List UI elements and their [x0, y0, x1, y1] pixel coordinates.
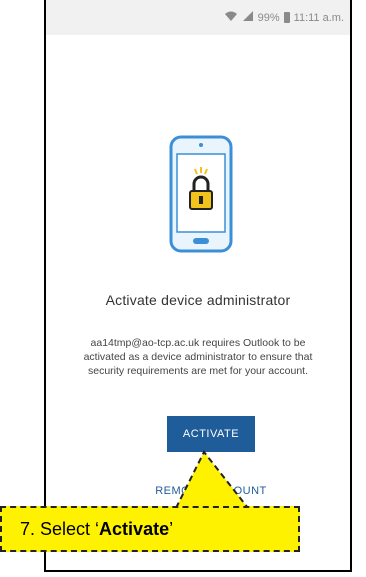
signal-icon — [242, 10, 254, 25]
dialog-message: aa14tmp@ao-tcp.ac.uk requires Outlook to… — [83, 337, 313, 377]
status-bar: 99% 11:11 a.m. — [46, 0, 350, 35]
instruction-callout: 7. Select ‘Activate’ — [0, 506, 300, 552]
wifi-icon — [224, 10, 238, 25]
callout-bold: Activate — [99, 518, 170, 539]
status-time: 11:11 a.m. — [293, 11, 344, 24]
battery-percent: 99% — [257, 11, 280, 24]
dialog-title: Activate device administrator — [105, 292, 291, 308]
phone-lock-icon — [169, 135, 233, 253]
callout-pointer — [174, 450, 251, 509]
callout-prefix: 7. Select ‘ — [20, 518, 100, 539]
activate-button[interactable]: ACTIVATE — [167, 416, 255, 452]
callout-suffix: ’ — [169, 518, 174, 539]
battery-icon — [283, 12, 290, 23]
